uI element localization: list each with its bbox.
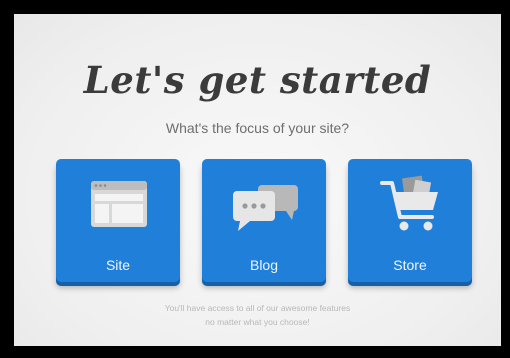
browser-window-icon bbox=[91, 181, 147, 227]
site-option-label: Site bbox=[105, 257, 131, 273]
footer-note-line-2: no matter what you choose! bbox=[205, 317, 310, 327]
screenshot-frame: Let's get started What's the focus of yo… bbox=[0, 0, 510, 358]
blog-option-label: Blog bbox=[249, 257, 279, 273]
onboarding-panel: Let's get started What's the focus of yo… bbox=[14, 14, 501, 346]
blog-option-button[interactable]: Blog bbox=[202, 159, 326, 282]
page-subtitle: What's the focus of your site? bbox=[165, 120, 350, 136]
page-title: Let's get started bbox=[83, 58, 432, 102]
footer-note-line-1: You'll have access to all of our awesome… bbox=[164, 303, 351, 313]
shopping-cart-icon bbox=[380, 175, 438, 231]
footer-note: You'll have access to all of our awesome… bbox=[14, 301, 501, 329]
site-option-button[interactable]: Site bbox=[56, 159, 180, 282]
store-option-button[interactable]: Store bbox=[348, 159, 472, 282]
chat-bubbles-icon bbox=[233, 185, 298, 231]
store-option-label: Store bbox=[393, 257, 427, 273]
